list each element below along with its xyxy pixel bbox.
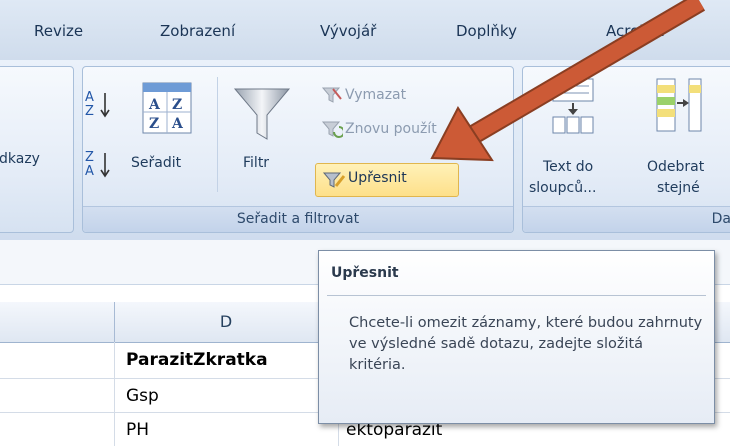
annotation-arrow-icon: [430, 0, 706, 162]
